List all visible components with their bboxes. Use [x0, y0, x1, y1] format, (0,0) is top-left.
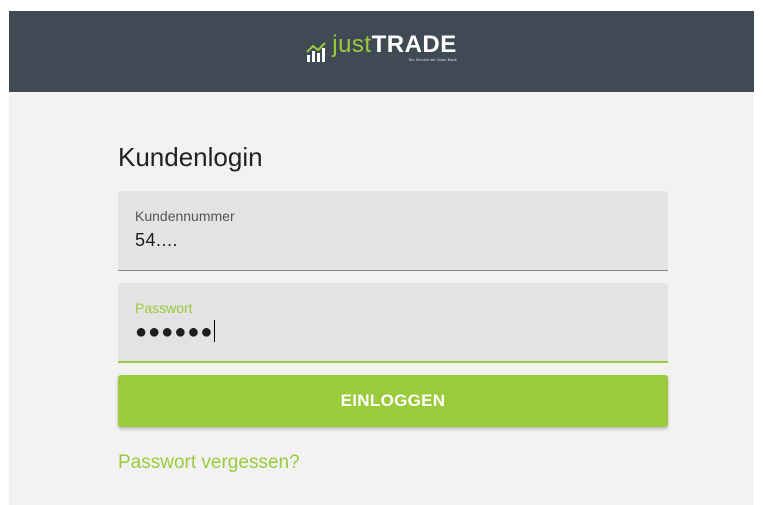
- password-field[interactable]: Passwort ●●●●●●: [118, 283, 668, 363]
- bar-chart-icon: [306, 42, 326, 62]
- customer-number-value[interactable]: 54....: [135, 230, 178, 251]
- header-bar: justTRADE Ein Service der Sutor Bank: [9, 11, 754, 92]
- page-title: Kundenlogin: [118, 142, 263, 172]
- logo-text: justTRADE Ein Service der Sutor Bank: [332, 33, 457, 62]
- logo-tagline: Ein Service der Sutor Bank: [408, 57, 457, 62]
- logo[interactable]: justTRADE Ein Service der Sutor Bank: [306, 33, 457, 62]
- customer-number-label: Kundennummer: [135, 208, 235, 224]
- login-panel: Kundenlogin Kundennummer 54.... Passwort…: [9, 92, 754, 505]
- logo-trade: TRADE: [371, 31, 457, 58]
- login-page: justTRADE Ein Service der Sutor Bank Kun…: [0, 0, 763, 505]
- text-cursor: [214, 319, 216, 342]
- forgot-password-link[interactable]: Passwort vergessen?: [118, 452, 300, 474]
- password-label: Passwort: [135, 300, 193, 316]
- login-button[interactable]: EINLOGGEN: [118, 375, 668, 427]
- logo-just: just: [332, 31, 372, 58]
- logo-wordmark: justTRADE: [332, 33, 457, 57]
- password-value[interactable]: ●●●●●●: [135, 319, 216, 344]
- customer-number-field[interactable]: Kundennummer 54....: [118, 191, 668, 271]
- password-dots: ●●●●●●: [135, 321, 214, 343]
